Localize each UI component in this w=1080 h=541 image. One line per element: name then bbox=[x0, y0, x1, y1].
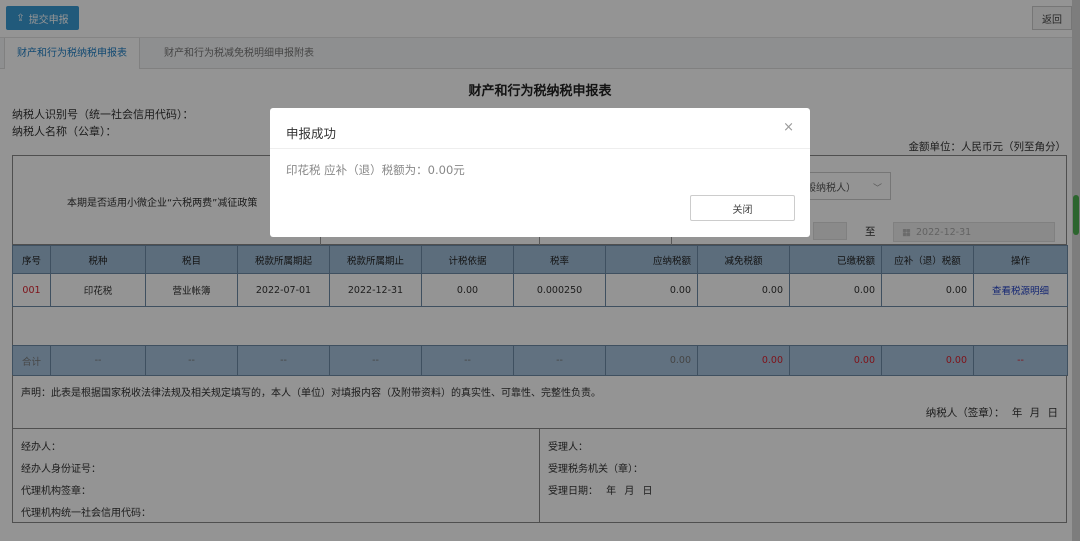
dialog-close-button[interactable]: 关闭 bbox=[690, 195, 795, 221]
dialog-title: 申报成功 bbox=[286, 126, 337, 141]
dialog-divider bbox=[270, 148, 810, 149]
close-icon[interactable]: × bbox=[783, 120, 794, 135]
success-dialog: 申报成功 × 印花税 应补（退）税额为：0.00元 关闭 bbox=[270, 108, 810, 237]
modal-overlay bbox=[0, 0, 1080, 541]
dialog-message: 印花税 应补（退）税额为：0.00元 bbox=[286, 163, 465, 177]
